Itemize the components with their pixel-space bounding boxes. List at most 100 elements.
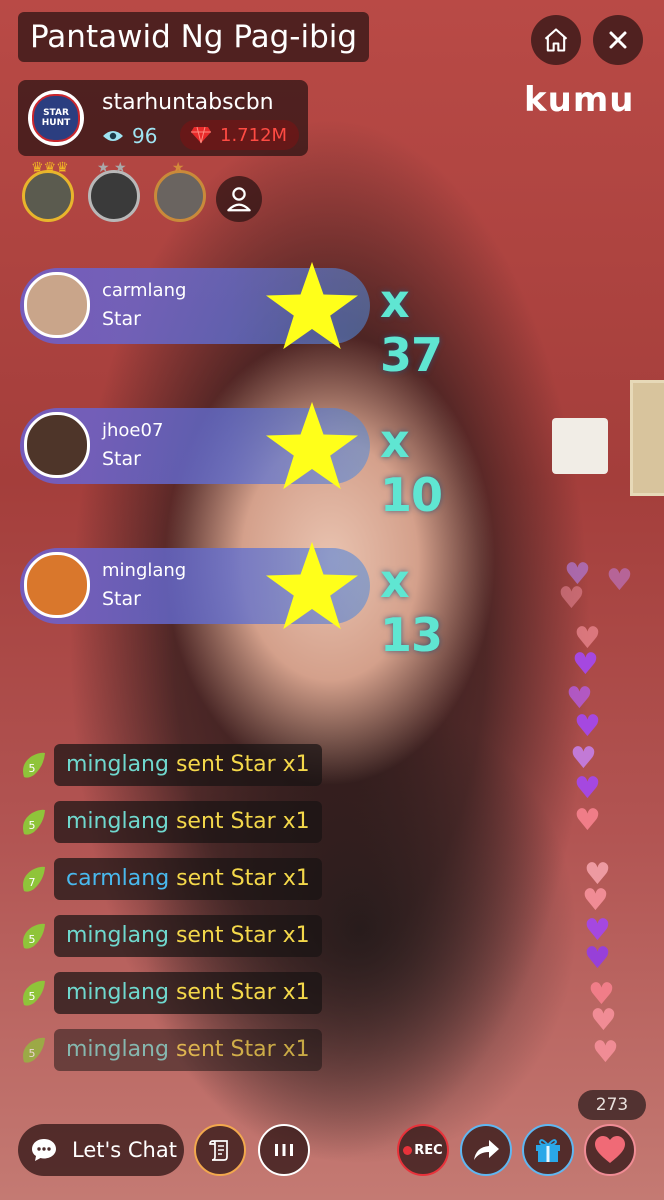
level-badge-number: 7 xyxy=(29,876,36,889)
level-badge-number: 5 xyxy=(29,819,36,832)
leaf-level-icon: 5 xyxy=(18,921,48,951)
chat-message-text: minglang sent Star x1 xyxy=(54,1029,322,1071)
level-badge-number: 5 xyxy=(29,762,36,775)
star-icon xyxy=(266,261,358,350)
more-button[interactable] xyxy=(258,1124,310,1176)
heart-icon: ♥ xyxy=(584,941,611,976)
close-button[interactable] xyxy=(593,15,643,65)
gift-icon xyxy=(536,1139,560,1162)
home-button[interactable] xyxy=(531,15,581,65)
record-label: REC xyxy=(414,1142,443,1158)
top-fan-avatar-1[interactable]: ♛♛♛ xyxy=(22,161,74,222)
chat-message: 7 carmlang sent Star x1 xyxy=(18,858,322,900)
gift-sender-name: jhoe07 xyxy=(102,420,164,441)
viewer-count: 96 xyxy=(102,124,157,148)
host-card[interactable]: STAR HUNT starhuntabscbn 96 1.712M xyxy=(18,80,308,156)
chat-message: 5 minglang sent Star x1 xyxy=(18,1029,322,1071)
chat-username[interactable]: carmlang xyxy=(66,866,169,891)
gift-count: x 13 xyxy=(380,554,443,662)
chat-message: 5 minglang sent Star x1 xyxy=(18,915,322,957)
crown-icon: ♛♛♛ xyxy=(31,160,69,176)
crown-icon: ★ xyxy=(163,160,185,176)
chat-content: sent Star x1 xyxy=(175,923,310,948)
share-button[interactable] xyxy=(460,1124,512,1176)
gift-type: Star xyxy=(102,448,141,470)
close-icon xyxy=(609,31,627,49)
heart-icon: ♥ xyxy=(570,741,597,776)
chat-message-text: minglang sent Star x1 xyxy=(54,801,322,843)
gift-button[interactable] xyxy=(522,1124,574,1176)
host-name: starhuntabscbn xyxy=(102,90,274,115)
like-count: 273 xyxy=(578,1090,646,1120)
gift-sender-name: minglang xyxy=(102,560,187,581)
gift-type: Star xyxy=(102,308,141,330)
chat-username[interactable]: minglang xyxy=(66,809,169,834)
gift-count: x 10 xyxy=(380,414,443,522)
chat-username[interactable]: minglang xyxy=(66,980,169,1005)
viewer-count-value: 96 xyxy=(132,124,158,148)
chat-content: sent Star x1 xyxy=(175,980,310,1005)
chat-message: 5 minglang sent Star x1 xyxy=(18,972,322,1014)
gift-sender-name: carmlang xyxy=(102,280,187,301)
star-icon xyxy=(266,401,358,490)
gift-sender-avatar[interactable] xyxy=(24,552,90,618)
host-avatar[interactable]: STAR HUNT xyxy=(28,90,84,146)
leaf-level-icon: 5 xyxy=(18,807,48,837)
leaf-level-icon: 5 xyxy=(18,750,48,780)
chat-username[interactable]: minglang xyxy=(66,752,169,777)
star-icon xyxy=(266,541,358,630)
level-badge-number: 5 xyxy=(29,933,36,946)
view-audience-button[interactable] xyxy=(216,176,262,222)
chat-input-label: Let's Chat xyxy=(72,1138,177,1162)
gift-banner: carmlang Star x 37 xyxy=(20,261,443,382)
gift-sender-avatar[interactable] xyxy=(24,272,90,338)
gift-banner: minglang Star x 13 xyxy=(20,541,443,662)
chat-content: sent Star x1 xyxy=(175,809,310,834)
heart-icon: ♥ xyxy=(574,803,601,838)
diamond-icon xyxy=(191,126,211,144)
chat-message-text: carmlang sent Star x1 xyxy=(54,858,322,900)
scroll-icon xyxy=(209,1140,228,1161)
chat-message: 5 minglang sent Star x1 xyxy=(18,801,322,843)
more-icon xyxy=(275,1144,293,1156)
chat-bubble-icon xyxy=(32,1139,56,1161)
level-badge-number: 5 xyxy=(29,1047,36,1060)
host-avatar-logo: STAR HUNT xyxy=(32,94,80,142)
top-fan-avatar-3[interactable]: ★ xyxy=(154,161,206,222)
coin-count-value: 1.712M xyxy=(220,124,288,146)
leaf-level-icon: 7 xyxy=(18,864,48,894)
share-icon xyxy=(474,1140,499,1160)
like-button[interactable] xyxy=(584,1124,636,1176)
add-user-icon xyxy=(227,187,251,212)
heart-icon: ♥ xyxy=(606,563,633,598)
leaf-level-icon: 5 xyxy=(18,1035,48,1065)
chat-username[interactable]: minglang xyxy=(66,1037,169,1062)
eye-icon xyxy=(103,131,123,141)
heart-icon: ♥ xyxy=(572,647,599,682)
level-badge-number: 5 xyxy=(29,990,36,1003)
home-icon xyxy=(544,28,568,52)
chat-content: sent Star x1 xyxy=(175,1037,310,1062)
gift-count: x 37 xyxy=(380,274,443,382)
heart-icon: ♥ xyxy=(590,1003,617,1038)
chat-input-button[interactable]: Let's Chat xyxy=(18,1124,184,1176)
coin-count: 1.712M xyxy=(180,120,300,150)
heart-icon: ♥ xyxy=(592,1035,619,1070)
gift-type: Star xyxy=(102,588,141,610)
scroll-button[interactable] xyxy=(194,1124,246,1176)
chat-message: 5 minglang sent Star x1 xyxy=(18,744,322,786)
chat-message-text: minglang sent Star x1 xyxy=(54,915,322,957)
heart-icon: ♥ xyxy=(582,883,609,918)
brand-logo: kumu xyxy=(524,80,635,120)
wall-switch xyxy=(552,418,608,474)
heart-icon: ♥ xyxy=(574,771,601,806)
chat-username[interactable]: minglang xyxy=(66,923,169,948)
top-fan-avatar-2[interactable]: ★ ★ xyxy=(88,161,140,222)
gift-banner: jhoe07 Star x 10 xyxy=(20,401,443,522)
heart-icon: ♥ xyxy=(558,581,585,616)
record-button[interactable]: REC xyxy=(397,1124,449,1176)
gift-sender-avatar[interactable] xyxy=(24,412,90,478)
chat-content: sent Star x1 xyxy=(175,752,310,777)
stream-title: Pantawid Ng Pag-ibig xyxy=(18,12,370,62)
top-fans: ♛♛♛ ★ ★ ★ xyxy=(22,161,262,222)
